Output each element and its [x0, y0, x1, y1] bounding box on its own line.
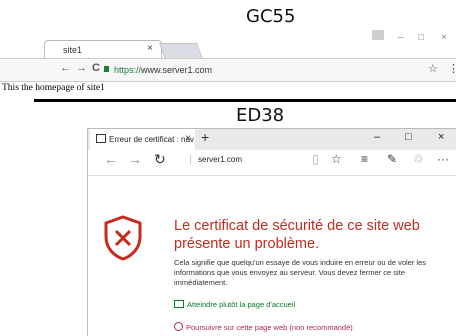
- chrome-tab-title: site1: [63, 45, 83, 55]
- error-description: Cela signifie que quelqu'un essaye de vo…: [174, 258, 427, 287]
- url-scheme: https://: [114, 65, 142, 75]
- forward-icon[interactable]: →: [76, 62, 87, 74]
- web-note-icon[interactable]: ✎: [387, 152, 397, 166]
- edge-close-icon[interactable]: ×: [438, 131, 444, 143]
- continue-to-site-link[interactable]: Poursuivre sur cette page web (non recom…: [174, 322, 353, 332]
- edge-tab-close-icon[interactable]: ×: [185, 133, 191, 144]
- section-label-top: GC55: [246, 6, 296, 27]
- back-icon[interactable]: ←: [60, 62, 71, 74]
- more-icon[interactable]: ···: [437, 152, 449, 166]
- profile-icon[interactable]: [372, 30, 384, 40]
- edge-refresh-icon[interactable]: ↻: [154, 151, 166, 168]
- share-icon[interactable]: ♲: [413, 152, 424, 166]
- page-content-text: This the homepage of site1: [2, 83, 105, 93]
- edge-minimize-icon[interactable]: –: [374, 131, 380, 143]
- homepage-icon: [174, 300, 184, 308]
- edge-maximize-icon[interactable]: □: [405, 131, 412, 143]
- url-host: www.server1.com: [141, 65, 213, 75]
- go-to-homepage-label: Atteindre plutôt la page d'accueil: [187, 300, 296, 309]
- shield-small-icon: [174, 322, 183, 331]
- menu-icon[interactable]: ⋮: [448, 62, 456, 75]
- new-tab-icon[interactable]: +: [201, 129, 209, 145]
- chrome-new-tab-button[interactable]: [159, 43, 203, 59]
- edge-url-field[interactable]: server1.com: [190, 155, 242, 164]
- chrome-url-field[interactable]: https://www.server1.com: [114, 65, 212, 75]
- warning-shield-icon: [104, 215, 142, 261]
- reload-icon[interactable]: C: [92, 62, 100, 74]
- hub-icon[interactable]: ≡: [361, 152, 368, 166]
- section-label-bottom: ED38: [236, 105, 285, 126]
- chrome-tab[interactable]: site1 ×: [44, 40, 162, 58]
- lock-icon: [104, 66, 109, 72]
- continue-label: Poursuivre sur cette page web (non recom…: [186, 323, 353, 332]
- error-title: Le certificat de sécurité de ce site web…: [174, 217, 444, 253]
- close-window-icon[interactable]: ×: [441, 32, 447, 43]
- edge-tab-title: Erreur de certificat : nav: [109, 135, 194, 144]
- edge-forward-icon[interactable]: →: [128, 151, 142, 167]
- tab-page-icon: [96, 134, 106, 143]
- error-title-line-2: présente un problème.: [174, 236, 320, 252]
- go-to-homepage-link[interactable]: Atteindre plutôt la page d'accueil: [174, 300, 295, 309]
- chrome-tab-close-icon[interactable]: ×: [147, 43, 153, 54]
- favorite-star-icon[interactable]: ☆: [331, 152, 342, 166]
- error-title-line-1: Le certificat de sécurité de ce site web: [174, 218, 420, 234]
- reading-view-icon[interactable]: ▯: [312, 152, 319, 166]
- edge-tab[interactable]: Erreur de certificat : nav ×: [90, 129, 195, 150]
- divider: [34, 99, 456, 102]
- maximize-icon[interactable]: □: [418, 32, 424, 43]
- edge-address-bar-row: [88, 150, 456, 176]
- edge-back-icon[interactable]: ←: [104, 151, 118, 167]
- minimize-icon[interactable]: –: [398, 32, 404, 43]
- bookmark-star-icon[interactable]: ☆: [428, 62, 438, 75]
